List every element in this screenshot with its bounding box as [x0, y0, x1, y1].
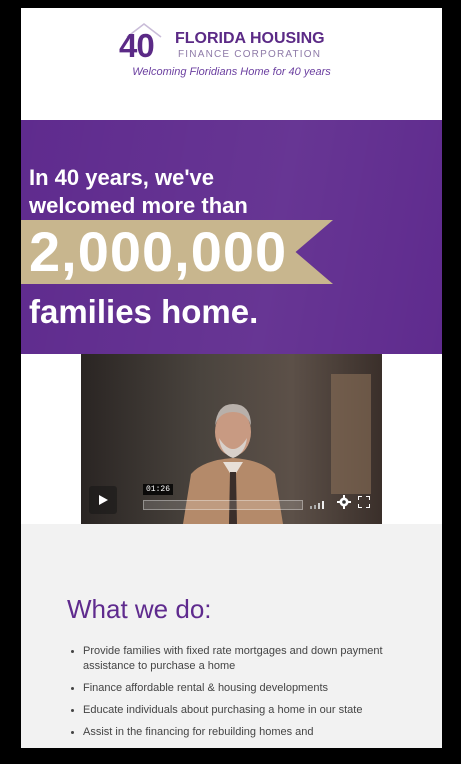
tagline: Welcoming Floridians Home for 40 years — [132, 66, 331, 78]
list-item: Educate individuals about purchasing a h… — [69, 703, 389, 718]
settings-gear-icon[interactable] — [337, 495, 351, 509]
services-list: Provide families with fixed rate mortgag… — [69, 644, 389, 747]
play-icon — [99, 495, 108, 505]
site-header: 40 FLORIDA HOUSING FINANCE CORPORATION W… — [21, 8, 442, 120]
video-player[interactable]: 01:26 — [81, 354, 382, 524]
list-item: Finance affordable rental & housing deve… — [69, 681, 389, 696]
web-page: 40 FLORIDA HOUSING FINANCE CORPORATION W… — [21, 8, 442, 748]
video-timestamp: 01:26 — [143, 484, 174, 495]
play-button[interactable] — [89, 486, 117, 514]
hero-intro-line1: In 40 years, we've — [29, 165, 215, 190]
logo-40: 40 — [119, 27, 155, 64]
logo[interactable]: 40 FLORIDA HOUSING FINANCE CORPORATION — [119, 23, 359, 64]
hero-closing: families home. — [29, 293, 259, 330]
fullscreen-icon[interactable] — [358, 496, 370, 508]
video-section: 01:26 — [21, 354, 442, 524]
video-progress-bar[interactable] — [143, 500, 303, 510]
families-count: 2,000,000 — [29, 220, 288, 283]
hero-intro: In 40 years, we've welcomed more than — [29, 164, 248, 220]
section-title: What we do: — [67, 594, 212, 624]
logo-subtitle: FINANCE CORPORATION — [178, 49, 322, 60]
hero-intro-line2: welcomed more than — [29, 193, 248, 218]
list-item: Provide families with fixed rate mortgag… — [69, 644, 389, 674]
screen-frame: 40 FLORIDA HOUSING FINANCE CORPORATION W… — [0, 0, 461, 764]
list-item: Assist in the financing for rebuilding h… — [69, 725, 389, 740]
video-controls: 01:26 — [81, 478, 382, 524]
logo-name: FLORIDA HOUSING — [175, 30, 325, 47]
hero-banner: In 40 years, we've welcomed more than 2,… — [21, 120, 442, 354]
volume-icon[interactable] — [309, 500, 329, 509]
what-we-do-section: What we do: Provide families with fixed … — [21, 524, 442, 748]
video-background-panel — [331, 374, 371, 494]
